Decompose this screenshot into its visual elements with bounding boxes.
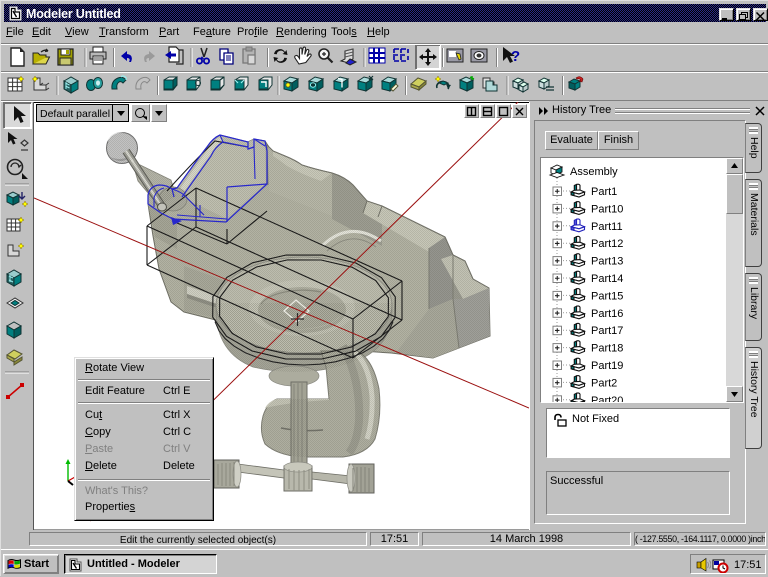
svg-text:Part17: Part17	[591, 325, 623, 337]
svg-text:Part18: Part18	[591, 343, 623, 355]
svg-text:Assembly: Assembly	[570, 166, 618, 178]
svg-text:Part20: Part20	[591, 395, 623, 402]
svg-text:Part15: Part15	[591, 290, 623, 302]
svg-text:?: ?	[511, 48, 520, 65]
svg-text:Part14: Part14	[591, 273, 623, 285]
svg-text:Part2: Part2	[591, 377, 617, 389]
svg-text:Part19: Part19	[591, 360, 623, 372]
svg-text:Part1: Part1	[591, 186, 617, 198]
svg-text:Part16: Part16	[591, 308, 623, 320]
svg-text:Part12: Part12	[591, 238, 623, 250]
svg-text:Part11: Part11	[591, 221, 623, 233]
svg-text:Part10: Part10	[591, 203, 623, 215]
svg-text:Part13: Part13	[591, 256, 623, 268]
